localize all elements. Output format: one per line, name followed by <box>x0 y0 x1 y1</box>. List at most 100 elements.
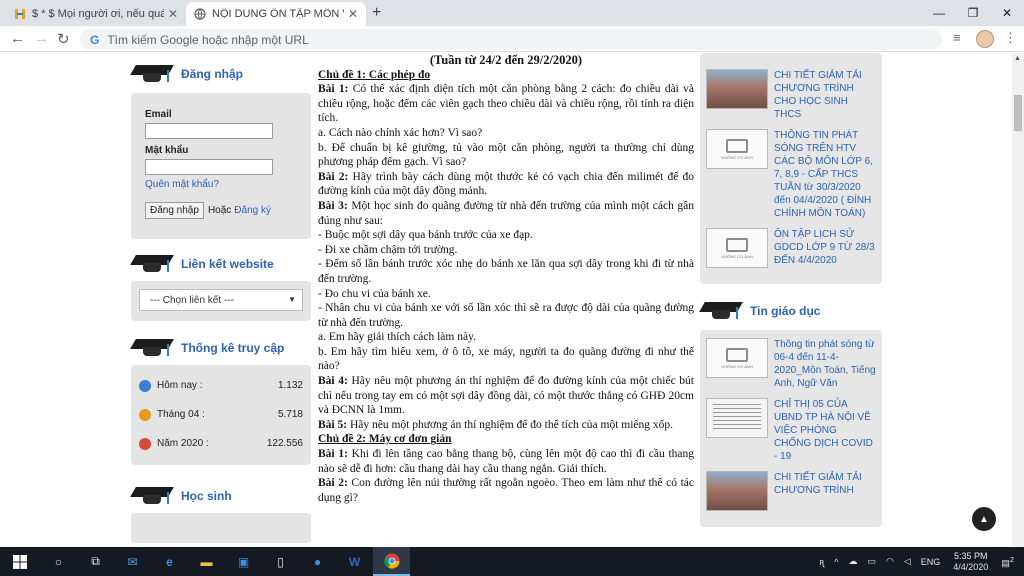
news-link[interactable]: ÔN TẬP LỊCH SỬ GDCD LỚP 9 TỪ 28/3 ĐẾN 4/… <box>774 228 876 268</box>
scroll-up-icon[interactable]: ▲ <box>1014 55 1021 62</box>
news-item[interactable]: CHI TIẾT GIẢM TẢI CHƯƠNG TRÌNH CHO HỌC S… <box>706 69 876 121</box>
menu-icon[interactable]: ⋮ <box>1004 30 1017 46</box>
back-icon[interactable]: ← <box>10 30 25 47</box>
reading-list-icon[interactable]: ≡ <box>953 30 961 45</box>
exercise-label: Bài 1: <box>318 448 348 461</box>
omnibox[interactable]: G Tìm kiếm Google hoặc nhập một URL <box>80 29 942 50</box>
task-view-icon[interactable]: ⧉ <box>77 547 114 576</box>
news-link[interactable]: Thông tin phát sóng từ 06-4 đến 11-4-202… <box>774 338 876 390</box>
graduation-cap-icon <box>699 298 743 324</box>
close-tab-icon[interactable]: ✕ <box>348 7 358 21</box>
exercise-label: Bài 2: <box>318 170 349 183</box>
volume-icon[interactable]: ◁ <box>904 556 911 567</box>
clock[interactable]: 5:35 PM 4/4/2020 <box>953 551 988 573</box>
exercise-paragraph: Bài 4: Hãy nêu một phương án thí nghiệm … <box>318 374 694 418</box>
students-panel <box>131 513 311 543</box>
reload-icon[interactable]: ↻ <box>57 30 70 48</box>
news-item[interactable]: KHÔNG CÓ ẢNH THÔNG TIN PHÁT SÓNG TRÊN HT… <box>706 129 876 220</box>
exercise-label: Bài 4: <box>318 375 348 388</box>
email-field[interactable] <box>145 123 273 139</box>
store-icon[interactable]: ▣ <box>225 547 262 576</box>
stats-panel: Hôm nay : 1.132 Tháng 04 : 5.718 Năm 202… <box>131 365 311 465</box>
chrome-icon[interactable] <box>373 547 410 576</box>
news-item[interactable]: CHỈ THỊ 05 CỦA UBND TP HÀ NỘI VỀ VIỆC PH… <box>706 398 876 463</box>
password-field[interactable] <box>145 159 273 175</box>
no-image-thumbnail[interactable]: KHÔNG CÓ ẢNH <box>706 228 768 268</box>
graduation-cap-icon <box>130 251 174 277</box>
news-item[interactable]: KHÔNG CÓ ẢNH Thông tin phát sóng từ 06-4… <box>706 338 876 390</box>
topic-heading: Chủ đề 1: Các phép đo <box>318 68 431 81</box>
search-icon[interactable]: ○ <box>40 547 77 576</box>
forgot-password-link[interactable]: Quên mật khẩu? <box>145 179 297 190</box>
file-explorer-icon[interactable]: ▬ <box>188 547 225 576</box>
stat-value: 122.556 <box>266 438 303 449</box>
close-window-icon[interactable]: ✕ <box>990 0 1024 26</box>
news-link[interactable]: CHI TIẾT GIẢM TẢI CHƯƠNG TRÌNH <box>774 471 876 511</box>
login-panel: Email Mật khẩu Quên mật khẩu? Đăng nhập … <box>131 93 311 239</box>
exercise-text: Hãy nêu một phương án thí nghiệm để đo t… <box>347 418 674 431</box>
close-tab-icon[interactable]: ✕ <box>168 7 178 21</box>
news-link[interactable]: CHỈ THỊ 05 CỦA UBND TP HÀ NỘI VỀ VIỆC PH… <box>774 398 876 463</box>
exercise-label: Bài 3: <box>318 199 348 212</box>
document-thumbnail[interactable] <box>706 398 768 438</box>
news-item[interactable]: CHI TIẾT GIẢM TẢI CHƯƠNG TRÌNH <box>706 471 876 511</box>
news-thumbnail[interactable] <box>706 69 768 109</box>
or-text: Hoặc <box>207 205 232 216</box>
register-link[interactable]: Đăng ký <box>234 205 271 216</box>
news-thumbnail[interactable] <box>706 471 768 511</box>
avatar[interactable] <box>976 30 994 48</box>
vertical-scrollbar[interactable]: ▲ <box>1012 53 1024 547</box>
restore-icon[interactable]: ❐ <box>956 0 990 26</box>
link-select[interactable]: --- Chọn liên kết --- ▼ <box>139 289 303 311</box>
students-module-head: Học sinh <box>130 481 311 511</box>
forward-icon[interactable]: → <box>34 30 49 47</box>
news-link[interactable]: THÔNG TIN PHÁT SÓNG TRÊN HTV CÁC BỘ MÔN … <box>774 129 876 220</box>
left-sidebar: Đăng nhập Email Mật khẩu Quên mật khẩu? … <box>130 53 311 543</box>
news-link[interactable]: CHI TIẾT GIẢM TẢI CHƯƠNG TRÌNH CHO HỌC S… <box>774 69 876 121</box>
exercise-label: Bài 1: <box>318 83 349 96</box>
stats-module-head: Thống kê truy cập <box>130 333 311 363</box>
tab-title: $ * $ Mọi người ơi, nếu quá nhiều <box>32 8 164 20</box>
show-hidden-icons-icon[interactable]: ^ <box>834 557 838 567</box>
edge-icon[interactable]: e <box>151 547 188 576</box>
dropdown-arrow-icon: ▼ <box>288 295 296 304</box>
notification-icon[interactable]: ▤2 <box>1001 555 1014 569</box>
edu-module-head: Tin giáo dục <box>699 296 882 326</box>
battery-icon[interactable]: ▭ <box>867 556 876 567</box>
news-panel: CHI TIẾT GIẢM TẢI CHƯƠNG TRÌNH CHO HỌC S… <box>700 53 882 284</box>
omnibox-placeholder: Tìm kiếm Google hoặc nhập một URL <box>107 32 309 47</box>
cloud-icon[interactable]: ☁ <box>848 556 857 567</box>
no-image-caption: KHÔNG CÓ ẢNH <box>721 154 753 160</box>
exercise-paragraph: Bài 5: Hãy nêu một phương án thí nghiệm … <box>318 418 694 433</box>
tab-vatly[interactable]: NỘI DUNG ÔN TẬP MÔN VẬT LÝ ✕ <box>186 2 366 26</box>
zoom-icon[interactable]: ● <box>299 547 336 576</box>
word-icon[interactable]: W <box>336 547 373 576</box>
scrollbar-thumb[interactable] <box>1014 95 1022 131</box>
new-tab-icon[interactable]: + <box>372 4 381 22</box>
language-indicator[interactable]: ENG <box>921 557 941 567</box>
people-icon[interactable]: ꭆ <box>819 555 824 568</box>
news-item[interactable]: KHÔNG CÓ ẢNH ÔN TẬP LỊCH SỬ GDCD LỚP 9 T… <box>706 228 876 268</box>
links-panel: --- Chọn liên kết --- ▼ <box>131 281 311 321</box>
no-image-thumbnail[interactable]: KHÔNG CÓ ẢNH <box>706 338 768 378</box>
windows-taskbar: ○ ⧉ ✉ e ▬ ▣ ▯ ● W ꭆ ^ ☁ ▭ ◠ ◁ ENG 5:35 P… <box>0 547 1024 576</box>
no-image-thumbnail[interactable]: KHÔNG CÓ ẢNH <box>706 129 768 169</box>
wifi-icon[interactable]: ◠ <box>886 556 894 567</box>
login-button[interactable]: Đăng nhập <box>145 202 204 219</box>
mail-icon[interactable]: ✉ <box>114 547 151 576</box>
module-title: Liên kết website <box>181 257 274 271</box>
scroll-to-top-button[interactable]: ▲ <box>972 507 996 531</box>
stat-row: Năm 2020 : 122.556 <box>139 429 303 458</box>
windows-start-icon[interactable] <box>0 547 40 576</box>
exercise-line: - Nhân chu vi của bánh xe với số lần xóc… <box>318 302 694 329</box>
tab-title: NỘI DUNG ÔN TẬP MÔN VẬT LÝ <box>212 8 344 20</box>
stat-row: Tháng 04 : 5.718 <box>139 400 303 429</box>
stat-label: Năm 2020 : <box>157 438 209 449</box>
minimize-icon[interactable]: — <box>922 0 956 26</box>
toolbar: ← → ↻ G Tìm kiếm Google hoặc nhập một UR… <box>0 26 1024 52</box>
login-module-head: Đăng nhập <box>130 59 311 89</box>
edu-news-panel: KHÔNG CÓ ẢNH Thông tin phát sóng từ 06-4… <box>700 330 882 527</box>
module-title: Tin giáo dục <box>750 304 821 318</box>
tab-hoc247[interactable]: $ * $ Mọi người ơi, nếu quá nhiều ✕ <box>6 2 186 26</box>
phone-icon[interactable]: ▯ <box>262 547 299 576</box>
